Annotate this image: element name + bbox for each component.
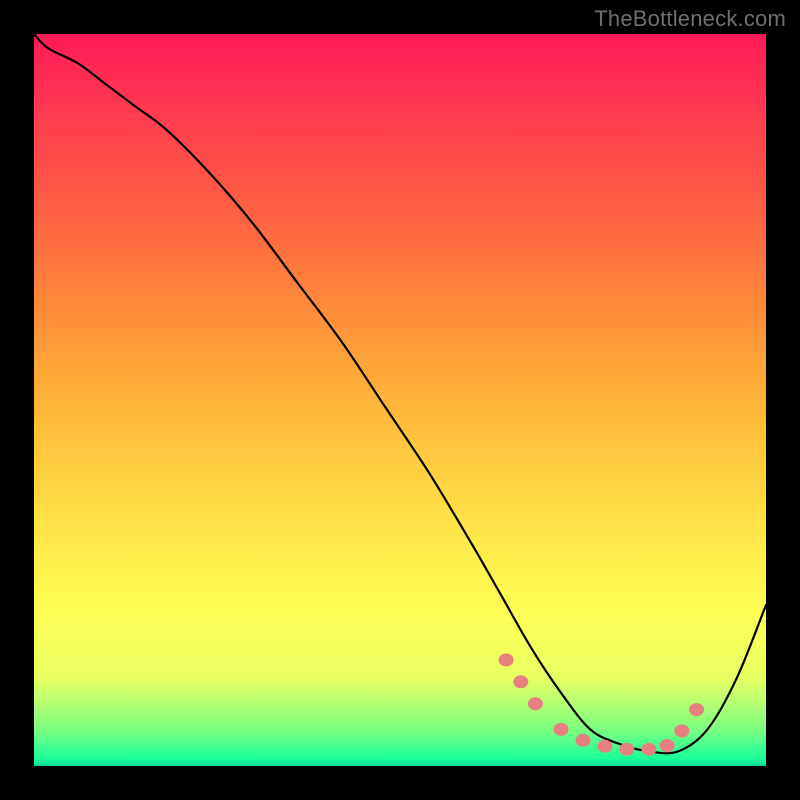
data-marker [499,653,514,666]
data-marker [598,740,613,753]
data-marker [513,675,528,688]
bottleneck-curve [34,34,766,753]
data-marker [576,734,591,747]
data-marker [554,723,569,736]
data-marker [660,739,675,752]
data-marker [619,743,634,756]
watermark-text: TheBottleneck.com [594,6,786,32]
data-marker [641,743,656,756]
chart-frame: TheBottleneck.com [0,0,800,800]
data-marker [528,697,543,710]
chart-svg [34,34,766,766]
data-marker [689,703,704,716]
data-marker [674,724,689,737]
data-markers [499,653,704,755]
plot-area [34,34,766,766]
